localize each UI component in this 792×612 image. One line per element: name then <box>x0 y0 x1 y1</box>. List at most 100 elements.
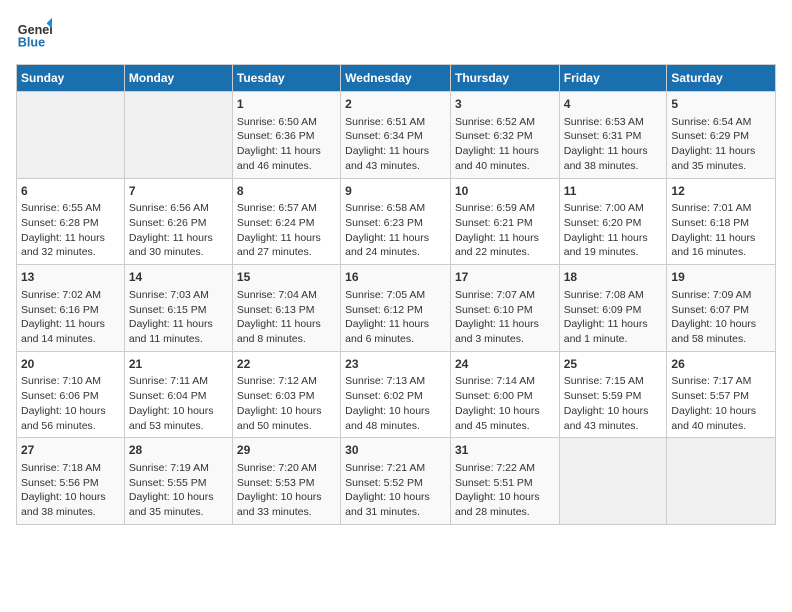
day-info: Sunrise: 7:04 AMSunset: 6:13 PMDaylight:… <box>237 288 336 347</box>
day-info: Sunrise: 6:59 AMSunset: 6:21 PMDaylight:… <box>455 201 555 260</box>
calendar-cell: 3 Sunrise: 6:52 AMSunset: 6:32 PMDaylight… <box>450 92 559 179</box>
calendar-cell: 17Sunrise: 7:07 AMSunset: 6:10 PMDayligh… <box>450 265 559 352</box>
day-number: 10 <box>455 183 555 200</box>
calendar-cell: 16Sunrise: 7:05 AMSunset: 6:12 PMDayligh… <box>341 265 451 352</box>
calendar-cell: 25Sunrise: 7:15 AMSunset: 5:59 PMDayligh… <box>559 351 667 438</box>
day-info: Sunrise: 7:14 AMSunset: 6:00 PMDaylight:… <box>455 374 555 433</box>
day-info: Sunrise: 6:56 AMSunset: 6:26 PMDaylight:… <box>129 201 228 260</box>
calendar-cell: 28 Sunrise: 7:19 AMSunset: 5:55 PMDayligh… <box>124 438 232 525</box>
calendar-cell: 1Sunrise: 6:50 AMSunset: 6:36 PMDaylight… <box>232 92 340 179</box>
day-number: 31 <box>455 442 555 459</box>
calendar-cell <box>559 438 667 525</box>
calendar-cell: 29 Sunrise: 7:20 AMSunset: 5:53 PMDayligh… <box>232 438 340 525</box>
day-info: Sunrise: 7:19 AMSunset: 5:55 PMDaylight:… <box>129 461 228 520</box>
day-info: Sunrise: 7:17 AMSunset: 5:57 PMDaylight:… <box>671 374 771 433</box>
day-info: Sunrise: 6:54 AMSunset: 6:29 PMDaylight:… <box>671 115 771 174</box>
day-info: Sunrise: 7:01 AMSunset: 6:18 PMDaylight:… <box>671 201 771 260</box>
day-info: Sunrise: 6:52 AMSunset: 6:32 PMDaylight:… <box>455 115 555 174</box>
day-number: 27 <box>21 442 120 459</box>
calendar-cell <box>667 438 776 525</box>
calendar-cell: 15 Sunrise: 7:04 AMSunset: 6:13 PMDayligh… <box>232 265 340 352</box>
day-info: Sunrise: 6:58 AMSunset: 6:23 PMDaylight:… <box>345 201 446 260</box>
day-info: Sunrise: 7:05 AMSunset: 6:12 PMDaylight:… <box>345 288 446 347</box>
day-number: 4 <box>564 96 663 113</box>
calendar-cell: 19 Sunrise: 7:09 AMSunset: 6:07 PMDayligh… <box>667 265 776 352</box>
page-header: General Blue <box>16 16 776 52</box>
day-info: Sunrise: 7:00 AMSunset: 6:20 PMDaylight:… <box>564 201 663 260</box>
day-number: 23 <box>345 356 446 373</box>
day-info: Sunrise: 6:51 AMSunset: 6:34 PMDaylight:… <box>345 115 446 174</box>
day-number: 12 <box>671 183 771 200</box>
logo: General Blue <box>16 16 52 52</box>
weekday-header-monday: Monday <box>124 65 232 92</box>
calendar-cell: 30 Sunrise: 7:21 AMSunset: 5:52 PMDayligh… <box>341 438 451 525</box>
day-number: 25 <box>564 356 663 373</box>
calendar-cell <box>17 92 125 179</box>
day-info: Sunrise: 7:20 AMSunset: 5:53 PMDaylight:… <box>237 461 336 520</box>
calendar-cell: 23Sunrise: 7:13 AMSunset: 6:02 PMDayligh… <box>341 351 451 438</box>
weekday-header-saturday: Saturday <box>667 65 776 92</box>
day-number: 11 <box>564 183 663 200</box>
svg-text:Blue: Blue <box>18 36 45 50</box>
calendar-cell: 26Sunrise: 7:17 AMSunset: 5:57 PMDayligh… <box>667 351 776 438</box>
day-number: 18 <box>564 269 663 286</box>
calendar-cell: 24Sunrise: 7:14 AMSunset: 6:00 PMDayligh… <box>450 351 559 438</box>
calendar-cell: 20Sunrise: 7:10 AMSunset: 6:06 PMDayligh… <box>17 351 125 438</box>
day-number: 5 <box>671 96 771 113</box>
day-number: 1 <box>237 96 336 113</box>
calendar-cell: 7Sunrise: 6:56 AMSunset: 6:26 PMDaylight… <box>124 178 232 265</box>
calendar-cell: 21Sunrise: 7:11 AMSunset: 6:04 PMDayligh… <box>124 351 232 438</box>
day-info: Sunrise: 7:03 AMSunset: 6:15 PMDaylight:… <box>129 288 228 347</box>
calendar-cell: 22Sunrise: 7:12 AMSunset: 6:03 PMDayligh… <box>232 351 340 438</box>
calendar-cell: 4 Sunrise: 6:53 AMSunset: 6:31 PMDaylight… <box>559 92 667 179</box>
day-number: 19 <box>671 269 771 286</box>
day-number: 26 <box>671 356 771 373</box>
day-info: Sunrise: 7:22 AMSunset: 5:51 PMDaylight:… <box>455 461 555 520</box>
weekday-header-friday: Friday <box>559 65 667 92</box>
day-number: 3 <box>455 96 555 113</box>
day-info: Sunrise: 7:18 AMSunset: 5:56 PMDaylight:… <box>21 461 120 520</box>
day-info: Sunrise: 6:53 AMSunset: 6:31 PMDaylight:… <box>564 115 663 174</box>
day-number: 17 <box>455 269 555 286</box>
calendar-cell: 8Sunrise: 6:57 AMSunset: 6:24 PMDaylight… <box>232 178 340 265</box>
day-info: Sunrise: 7:10 AMSunset: 6:06 PMDaylight:… <box>21 374 120 433</box>
day-number: 15 <box>237 269 336 286</box>
day-number: 8 <box>237 183 336 200</box>
day-info: Sunrise: 7:21 AMSunset: 5:52 PMDaylight:… <box>345 461 446 520</box>
logo-icon: General Blue <box>16 16 52 52</box>
day-number: 13 <box>21 269 120 286</box>
day-info: Sunrise: 7:08 AMSunset: 6:09 PMDaylight:… <box>564 288 663 347</box>
day-info: Sunrise: 7:09 AMSunset: 6:07 PMDaylight:… <box>671 288 771 347</box>
day-number: 28 <box>129 442 228 459</box>
day-number: 30 <box>345 442 446 459</box>
day-number: 21 <box>129 356 228 373</box>
calendar-cell: 12Sunrise: 7:01 AMSunset: 6:18 PMDayligh… <box>667 178 776 265</box>
day-info: Sunrise: 7:13 AMSunset: 6:02 PMDaylight:… <box>345 374 446 433</box>
day-number: 29 <box>237 442 336 459</box>
day-number: 20 <box>21 356 120 373</box>
calendar-cell: 10Sunrise: 6:59 AMSunset: 6:21 PMDayligh… <box>450 178 559 265</box>
day-info: Sunrise: 7:11 AMSunset: 6:04 PMDaylight:… <box>129 374 228 433</box>
day-info: Sunrise: 6:55 AMSunset: 6:28 PMDaylight:… <box>21 201 120 260</box>
calendar-cell: 14 Sunrise: 7:03 AMSunset: 6:15 PMDayligh… <box>124 265 232 352</box>
day-number: 22 <box>237 356 336 373</box>
day-number: 2 <box>345 96 446 113</box>
calendar-cell: 13Sunrise: 7:02 AMSunset: 6:16 PMDayligh… <box>17 265 125 352</box>
calendar-cell: 5 Sunrise: 6:54 AMSunset: 6:29 PMDaylight… <box>667 92 776 179</box>
day-info: Sunrise: 7:15 AMSunset: 5:59 PMDaylight:… <box>564 374 663 433</box>
calendar-cell: 6Sunrise: 6:55 AMSunset: 6:28 PMDaylight… <box>17 178 125 265</box>
weekday-header-wednesday: Wednesday <box>341 65 451 92</box>
weekday-header-tuesday: Tuesday <box>232 65 340 92</box>
calendar-cell: 18 Sunrise: 7:08 AMSunset: 6:09 PMDayligh… <box>559 265 667 352</box>
day-number: 7 <box>129 183 228 200</box>
day-number: 24 <box>455 356 555 373</box>
day-number: 6 <box>21 183 120 200</box>
calendar-cell: 2 Sunrise: 6:51 AMSunset: 6:34 PMDaylight… <box>341 92 451 179</box>
day-number: 14 <box>129 269 228 286</box>
calendar-cell <box>124 92 232 179</box>
calendar-table: SundayMondayTuesdayWednesdayThursdayFrid… <box>16 64 776 525</box>
calendar-cell: 31 Sunrise: 7:22 AMSunset: 5:51 PMDayligh… <box>450 438 559 525</box>
weekday-header-sunday: Sunday <box>17 65 125 92</box>
calendar-cell: 27 Sunrise: 7:18 AMSunset: 5:56 PMDayligh… <box>17 438 125 525</box>
day-number: 9 <box>345 183 446 200</box>
